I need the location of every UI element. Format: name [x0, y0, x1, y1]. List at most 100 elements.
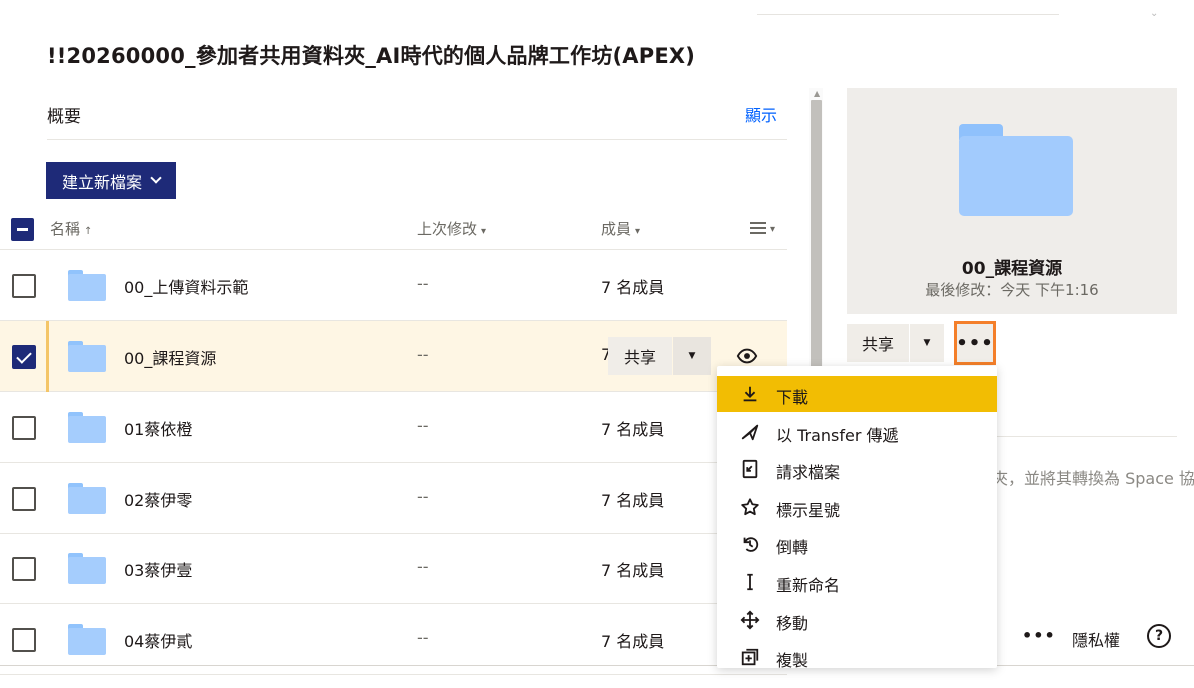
menu-item-label: 下載 — [776, 388, 809, 407]
folder-icon — [68, 553, 106, 584]
row-share-group: 共享 ▼ — [608, 337, 711, 375]
preview-modified: 最後修改：今天 下午1:16 — [925, 281, 1099, 299]
top-edge-mark: ⌄ — [1150, 8, 1159, 19]
menu-item-label: 移動 — [776, 613, 809, 633]
overview-section: 概要 顯示 — [47, 88, 787, 140]
rename-icon — [739, 571, 761, 593]
row-name[interactable]: 03蔡伊壹 — [124, 557, 192, 581]
menu-item-label: 重新命名 — [776, 576, 841, 595]
create-new-file-label: 建立新檔案 — [61, 172, 142, 192]
file-request-icon — [739, 458, 761, 480]
sort-ascending-icon: ↑ — [84, 226, 93, 237]
folder-icon — [68, 624, 106, 655]
row-members: 7 名成員 — [601, 420, 665, 439]
footer-more-button[interactable]: ••• — [1022, 626, 1056, 645]
star-icon — [739, 496, 761, 518]
side-share-button[interactable]: 共享 — [847, 324, 909, 362]
copy-icon — [739, 646, 761, 668]
row-share-dropdown-button[interactable]: ▼ — [673, 337, 711, 375]
menu-item[interactable]: 重新命名 — [717, 564, 997, 600]
menu-item[interactable]: 標示星號 — [717, 489, 997, 525]
row-name[interactable]: 04蔡伊貳 — [124, 628, 192, 652]
rewind-icon — [739, 533, 761, 555]
select-all-checkbox[interactable] — [11, 218, 34, 241]
table-row[interactable]: 03蔡伊壹 -- 7 名成員 — [0, 533, 787, 604]
side-share-group: 共享 ▼ — [847, 324, 944, 362]
row-members: 7 名成員 — [601, 278, 665, 297]
row-modified: -- — [417, 557, 429, 576]
column-name-label: 名稱 — [50, 220, 81, 238]
column-modified-label: 上次修改 — [417, 220, 478, 238]
scrollbar-thumb[interactable] — [811, 100, 822, 370]
overview-label: 概要 — [47, 107, 81, 127]
menu-item[interactable]: 請求檔案 — [717, 451, 997, 487]
folder-icon — [68, 341, 106, 372]
folder-icon — [68, 483, 106, 514]
footer-privacy-link[interactable]: 隱私權 — [1072, 627, 1120, 651]
menu-item[interactable]: 下載 — [717, 376, 997, 412]
folder-preview-icon — [959, 124, 1073, 216]
row-name[interactable]: 01蔡依橙 — [124, 416, 192, 440]
side-divider — [993, 436, 1177, 437]
table-row[interactable]: 02蔡伊零 -- 7 名成員 — [0, 463, 787, 534]
row-checkbox[interactable] — [12, 557, 36, 581]
row-modified: -- — [417, 487, 429, 506]
row-share-button[interactable]: 共享 — [608, 337, 672, 375]
menu-item[interactable]: 移動 — [717, 602, 997, 638]
table-row[interactable]: 01蔡依橙 -- 7 名成員 — [0, 392, 787, 463]
row-modified: -- — [417, 274, 429, 293]
menu-item[interactable]: 倒轉 — [717, 526, 997, 562]
table-row[interactable]: 00_課程資源 -- 7 共享 ▼ — [0, 321, 787, 392]
send-icon — [739, 421, 761, 443]
menu-item-label: 倒轉 — [776, 538, 809, 558]
row-name[interactable]: 00_課程資源 — [124, 345, 216, 369]
column-header-members[interactable]: 成員 ▾ — [601, 218, 640, 239]
folder-icon — [68, 270, 106, 301]
row-modified: -- — [417, 345, 429, 364]
row-name[interactable]: 00_上傳資料示範 — [124, 274, 248, 298]
side-description-text: 夾，並將其轉換為 Space 協 — [992, 469, 1194, 488]
row-checkbox[interactable] — [12, 628, 36, 652]
download-icon — [739, 383, 761, 405]
row-checkbox[interactable] — [12, 274, 36, 298]
row-members: 7 名成員 — [601, 632, 665, 651]
menu-item[interactable]: 以 Transfer 傳遞 — [717, 414, 997, 450]
row-modified: -- — [417, 628, 429, 647]
table-row[interactable]: 00_上傳資料示範 -- 7 名成員 — [0, 250, 787, 321]
row-name[interactable]: 02蔡伊零 — [124, 487, 192, 511]
column-members-label: 成員 — [601, 220, 632, 238]
caret-down-icon: ▾ — [481, 226, 487, 237]
folder-icon — [68, 412, 106, 443]
more-options-button[interactable]: ••• — [954, 321, 996, 365]
selection-indicator — [46, 321, 49, 392]
eye-icon[interactable] — [736, 345, 758, 367]
row-members: 7 名成員 — [601, 491, 665, 510]
menu-item[interactable]: 複製 — [717, 639, 997, 668]
preview-folder-name: 00_課程資源 — [961, 259, 1063, 279]
page-title: !!20260000_參加者共用資料夾_AI時代的個人品牌工作坊(APEX) — [47, 44, 696, 68]
row-checkbox[interactable] — [12, 487, 36, 511]
view-options-button[interactable]: ▾ — [750, 218, 775, 236]
menu-item-label: 標示星號 — [776, 500, 841, 520]
help-icon[interactable]: ? — [1147, 624, 1171, 648]
bottom-divider — [0, 665, 1194, 666]
column-header-modified[interactable]: 上次修改 ▾ — [417, 218, 486, 239]
context-menu: 下載以 Transfer 傳遞請求檔案標示星號倒轉重新命名移動複製 — [717, 366, 997, 668]
move-icon — [739, 609, 761, 631]
row-checkbox[interactable] — [12, 416, 36, 440]
scroll-up-arrow-icon[interactable]: ▲ — [814, 89, 820, 98]
create-new-file-button[interactable]: 建立新檔案 — [46, 162, 176, 199]
menu-item-label: 複製 — [776, 651, 809, 668]
row-members: 7 名成員 — [601, 561, 665, 580]
column-header-name[interactable]: 名稱 ↑ — [50, 218, 92, 239]
side-share-dropdown-button[interactable]: ▼ — [910, 324, 944, 362]
menu-item-label: 請求檔案 — [776, 463, 841, 483]
overview-show-link[interactable]: 顯示 — [745, 102, 777, 126]
top-divider — [757, 14, 1059, 15]
preview-panel: 00_課程資源 最後修改：今天 下午1:16 — [847, 88, 1177, 314]
table-header: 名稱 ↑ 上次修改 ▾ 成員 ▾ ▾ — [0, 210, 787, 250]
list-view-icon — [750, 221, 766, 234]
row-checkbox[interactable] — [12, 345, 36, 369]
caret-down-icon: ▾ — [635, 226, 641, 237]
chevron-down-icon — [150, 172, 162, 184]
